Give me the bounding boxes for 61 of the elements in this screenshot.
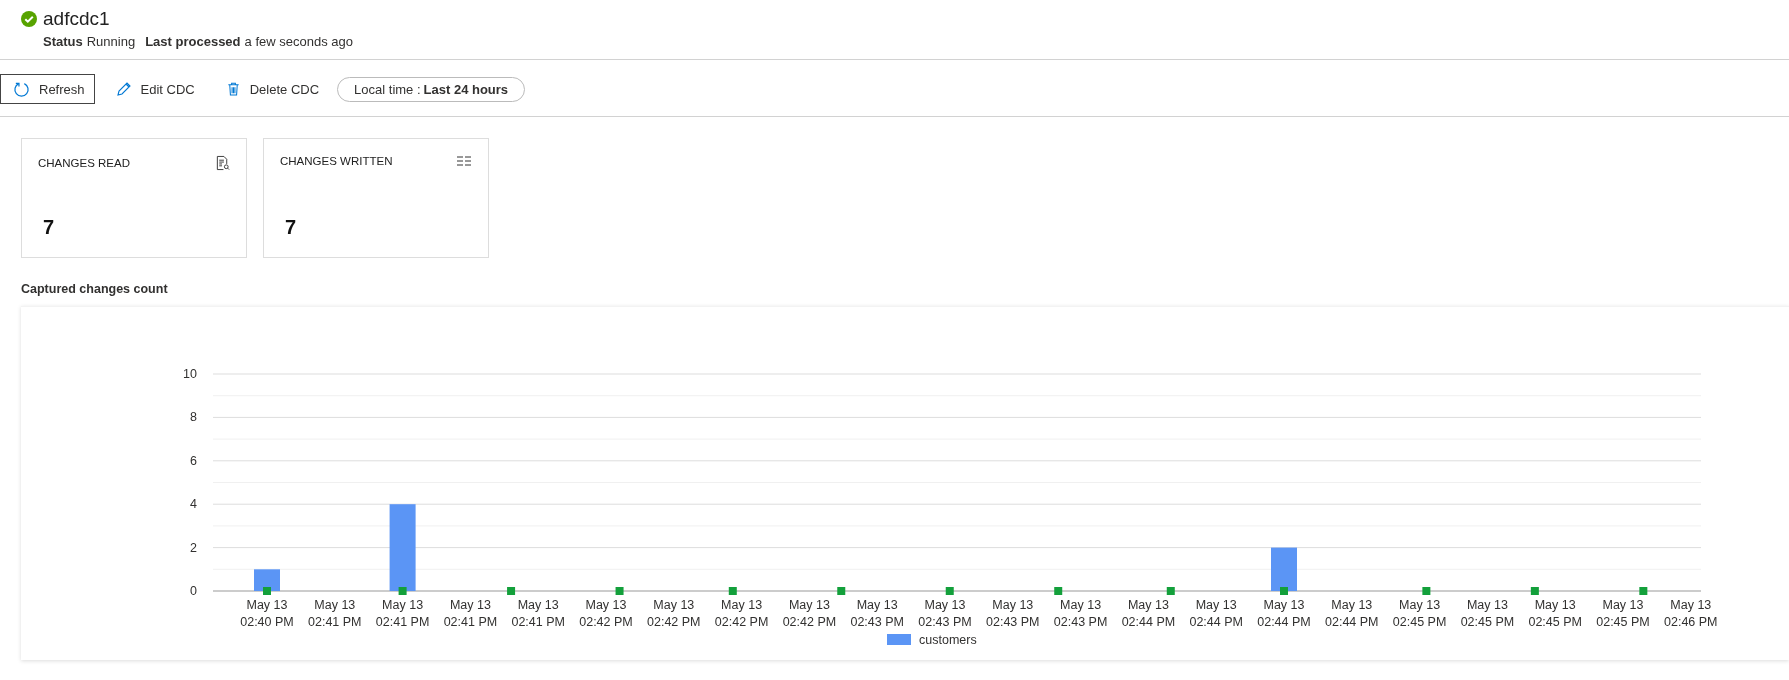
pencil-icon [115,81,132,97]
event-marker [263,587,271,595]
y-axis-label: 0 [190,584,197,598]
event-marker [1639,587,1648,595]
x-axis-label: May 13 02:41 PM [375,598,430,629]
time-range-filter[interactable]: Local time : Last 24 hours [337,76,526,102]
event-marker [1280,587,1288,595]
list-icon [456,155,472,167]
x-axis-label: May 13 02:42 PM [647,598,701,629]
status-label: Status [43,34,83,49]
y-axis-label: 2 [190,540,197,555]
refresh-button[interactable]: Refresh [0,74,95,104]
x-axis-label: May 13 02:41 PM [511,598,565,629]
y-axis-label: 6 [190,453,197,468]
x-axis-label: May 13 02:43 PM [986,598,1040,629]
x-axis-label: May 13 02:45 PM [1460,598,1515,629]
event-marker [728,587,737,595]
event-marker [945,587,954,595]
refresh-icon [13,80,30,98]
delete-button[interactable]: Delete CDC [212,74,330,104]
edit-button[interactable]: Edit CDC [102,74,205,104]
x-axis-label: May 13 02:43 PM [850,598,904,629]
document-search-icon [215,155,230,171]
x-axis-label: May 13 02:46 PM [1664,598,1718,629]
y-axis-label: 10 [183,367,197,381]
x-axis-label: May 13 02:42 PM [782,598,837,629]
x-axis-label: May 13 02:44 PM [1325,598,1379,629]
card-title: CHANGES READ [38,157,131,169]
x-axis-label: May 13 02:45 PM [1528,598,1582,629]
card-value: 7 [42,216,56,239]
event-marker [507,587,516,595]
x-axis-label: May 13 02:41 PM [308,598,362,629]
x-axis-label: May 13 02:45 PM [1392,598,1447,629]
processed-label: Last processed [145,34,241,49]
event-marker [837,587,846,595]
legend-label: customers [919,633,977,647]
x-axis-label: May 13 02:42 PM [579,598,633,629]
card-title: CHANGES WRITTEN [280,155,393,167]
x-axis-label: May 13 02:44 PM [1189,598,1243,629]
legend-swatch [887,634,911,645]
x-axis-label: May 13 02:40 PM [240,598,294,629]
event-marker [1422,587,1431,595]
y-axis-label: 4 [190,497,197,512]
pipeline-title: adfcdc1 [43,8,110,30]
card-value: 7 [284,216,298,239]
x-axis-label: May 13 02:44 PM [1121,598,1176,629]
event-marker [1530,587,1539,595]
processed-value: a few seconds ago [244,34,353,49]
x-axis-label: May 13 02:43 PM [1053,598,1108,629]
event-marker [398,587,407,595]
x-axis-label: May 13 02:44 PM [1257,598,1311,629]
status-value: Running [86,34,136,49]
x-axis-label: May 13 02:41 PM [443,598,498,629]
event-marker [1054,587,1063,595]
trash-icon [225,81,241,97]
x-axis-label: May 13 02:45 PM [1596,598,1650,629]
event-marker [615,587,624,595]
y-axis-label: 8 [190,410,197,425]
x-axis-label: May 13 02:42 PM [714,598,769,629]
section-title: Captured changes count [20,281,169,298]
event-marker [1166,587,1175,595]
